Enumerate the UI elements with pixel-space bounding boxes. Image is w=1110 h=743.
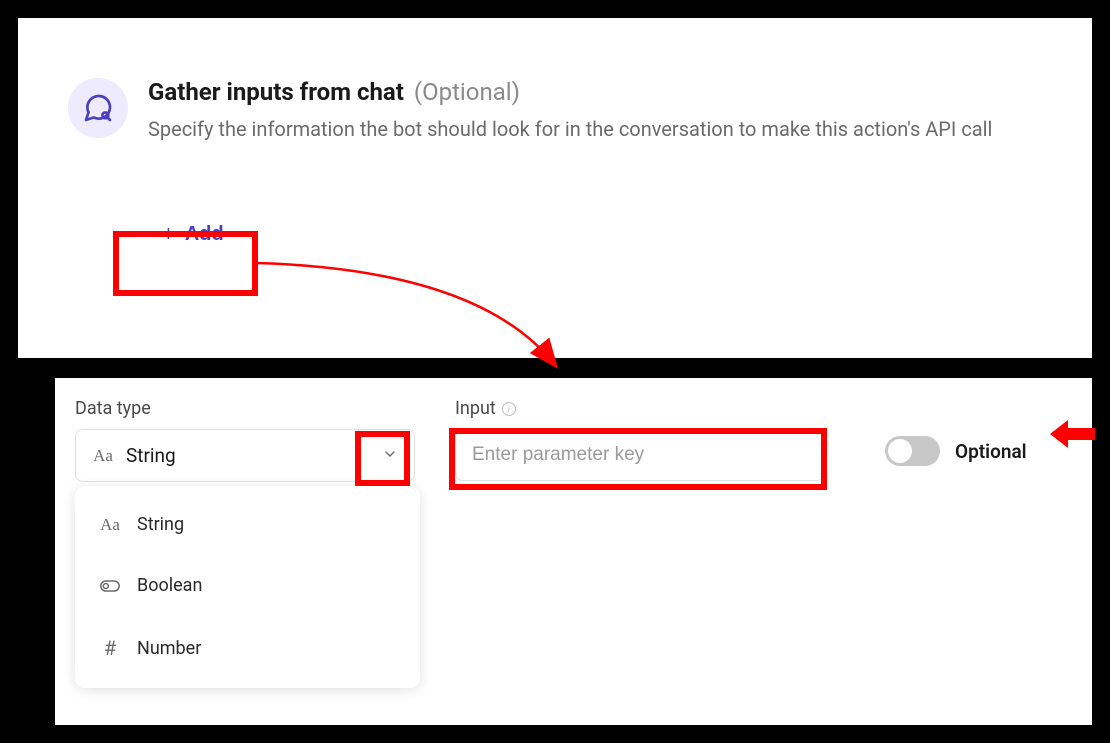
chevron-down-icon (382, 444, 398, 467)
plus-icon: + (162, 221, 175, 247)
optional-toggle-group: Optional (885, 436, 1027, 466)
string-type-icon: Aa (99, 515, 121, 535)
input-label: Input i (455, 398, 825, 419)
datatype-selected-value: String (126, 444, 370, 467)
datatype-select[interactable]: Aa String (75, 429, 415, 482)
dropdown-option-label: String (137, 514, 184, 535)
gather-inputs-panel: Gather inputs from chat (Optional) Speci… (18, 18, 1092, 358)
info-icon[interactable]: i (502, 402, 516, 416)
datatype-column: Data type Aa String Aa String Bool (75, 398, 415, 482)
optional-toggle[interactable] (885, 436, 940, 466)
add-button-label: Add (185, 223, 224, 246)
panel-header: Gather inputs from chat (Optional) Speci… (68, 78, 1042, 144)
parameter-form-panel: Data type Aa String Aa String Bool (55, 378, 1092, 725)
chat-search-icon (68, 78, 128, 138)
optional-toggle-label: Optional (955, 440, 1027, 463)
toggle-knob (888, 439, 912, 463)
boolean-type-icon (99, 579, 121, 593)
number-type-icon: # (99, 636, 121, 660)
dropdown-option-number[interactable]: # Number (75, 616, 420, 680)
datatype-label: Data type (75, 398, 415, 419)
datatype-dropdown: Aa String Boolean # Number (75, 486, 420, 688)
dropdown-option-label: Number (137, 638, 201, 659)
header-text-block: Gather inputs from chat (Optional) Speci… (148, 78, 1042, 144)
dropdown-option-boolean[interactable]: Boolean (75, 555, 420, 616)
panel-title-tag: (Optional) (414, 78, 520, 106)
string-type-icon: Aa (92, 446, 114, 466)
dropdown-option-string[interactable]: Aa String (75, 494, 420, 555)
form-row: Data type Aa String Aa String Bool (70, 398, 1077, 482)
input-column: Input i (455, 398, 825, 481)
parameter-key-input[interactable] (455, 429, 825, 481)
dropdown-option-label: Boolean (137, 575, 202, 596)
panel-title: Gather inputs from chat (148, 78, 404, 106)
panel-description: Specify the information the bot should l… (148, 114, 1042, 144)
add-button[interactable]: + Add (138, 209, 248, 259)
input-label-text: Input (455, 398, 496, 419)
